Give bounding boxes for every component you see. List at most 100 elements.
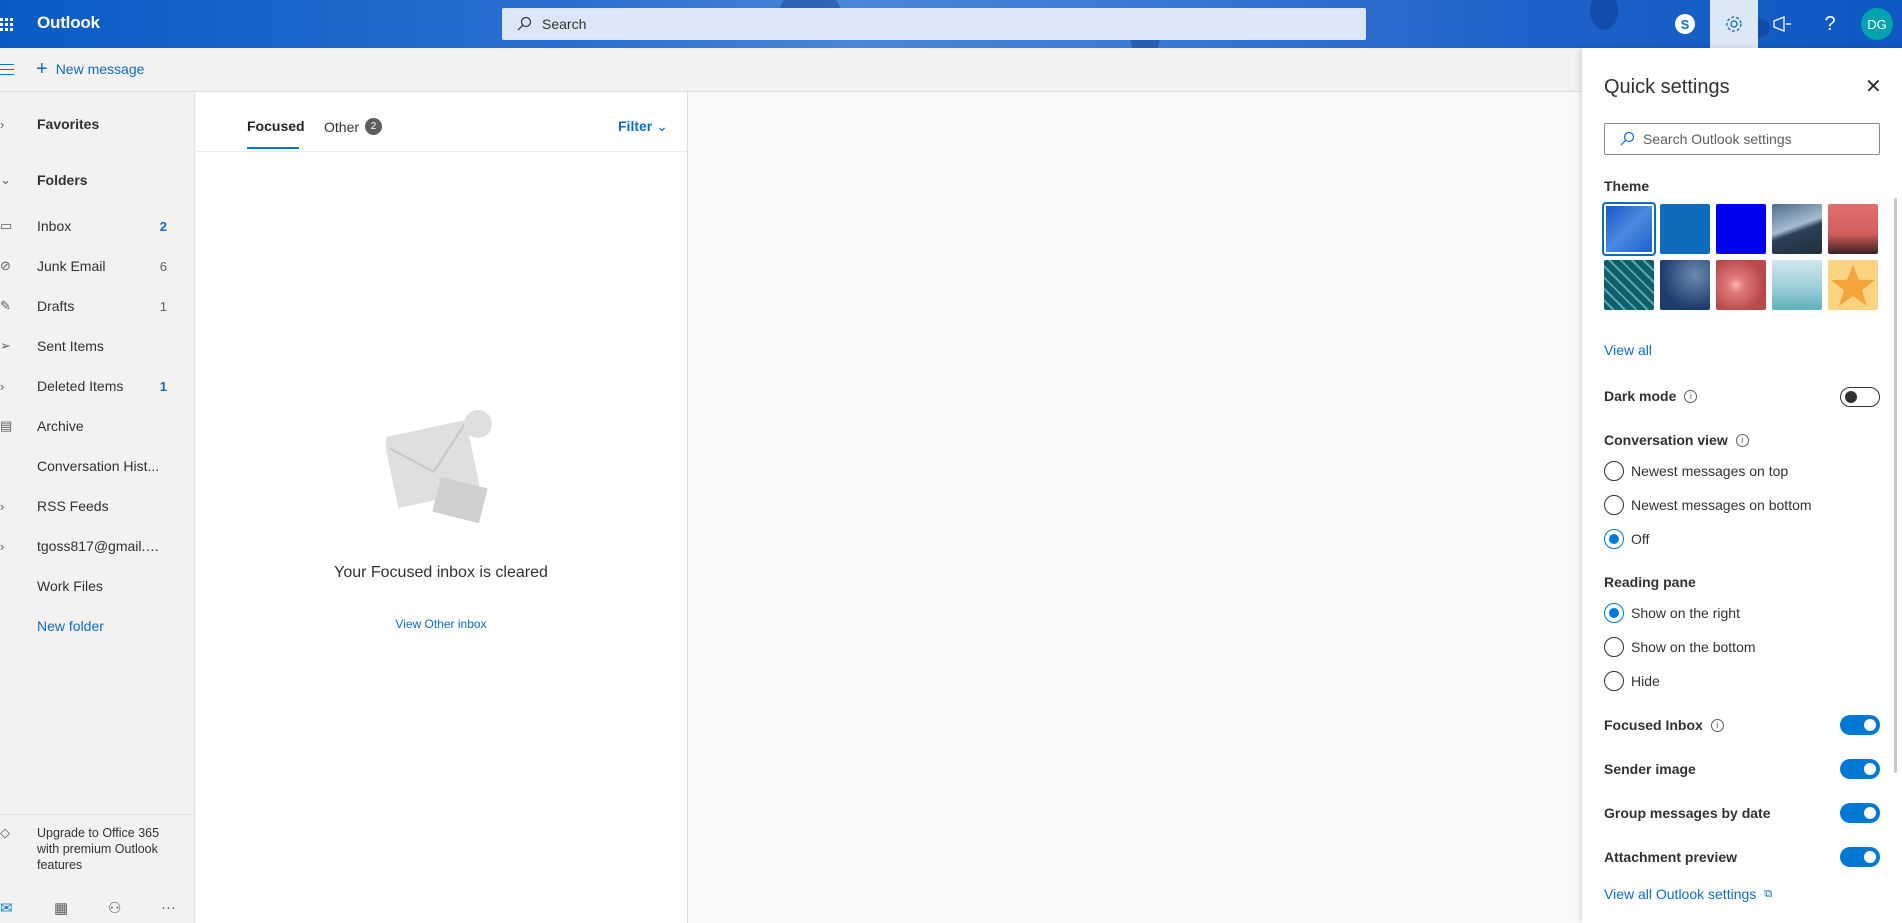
radio-conversation-off[interactable]: Off: [1604, 529, 1649, 549]
help-button[interactable]: ?: [1806, 0, 1854, 48]
sidebar-item-deleted-items[interactable]: › Deleted Items 1: [0, 366, 195, 406]
sidebar-item-work-files[interactable]: Work Files: [0, 566, 195, 606]
chevron-down-icon: ⌄: [0, 172, 11, 187]
calendar-icon[interactable]: ▦: [54, 899, 68, 917]
view-all-settings-link[interactable]: View all Outlook settings ⧉: [1604, 886, 1772, 902]
new-folder-label: New folder: [37, 618, 104, 634]
upgrade-banner[interactable]: ◇ Upgrade to Office 365 with premium Out…: [0, 814, 195, 876]
sidebar-item-junk-email[interactable]: ⊘ Junk Email 6: [0, 246, 195, 286]
empty-inbox-illustration: [386, 410, 492, 524]
sidebar-item-rss-feeds[interactable]: › RSS Feeds: [0, 486, 195, 526]
app-launcher-icon[interactable]: [0, 12, 14, 36]
theme-swatch-circuit[interactable]: [1604, 260, 1654, 310]
radio-label: Show on the bottom: [1631, 639, 1756, 655]
account-button[interactable]: DG: [1853, 0, 1901, 48]
view-all-settings-label: View all Outlook settings: [1604, 886, 1757, 902]
theme-swatch-lights[interactable]: [1716, 260, 1766, 310]
theme-swatch-palms[interactable]: [1828, 204, 1878, 254]
folder-label: Conversation Hist...: [37, 458, 160, 474]
chevron-down-icon: ⌄: [656, 118, 668, 134]
unread-count: 2: [159, 218, 167, 234]
radio-hide[interactable]: Hide: [1604, 671, 1660, 691]
mail-icon[interactable]: ✉: [0, 899, 13, 917]
theme-swatch-starfish[interactable]: [1828, 260, 1878, 310]
info-icon[interactable]: i: [1684, 389, 1698, 403]
plus-icon: +: [36, 58, 48, 80]
upgrade-text: Upgrade to Office 365 with premium Outlo…: [37, 826, 160, 872]
app-name[interactable]: Outlook: [37, 13, 100, 33]
search-icon: [517, 16, 532, 31]
settings-scrollbar[interactable]: [1894, 188, 1898, 778]
radio-newest-on-bottom[interactable]: Newest messages on bottom: [1604, 495, 1812, 515]
sender-image-toggle[interactable]: [1840, 759, 1880, 779]
folder-label: Drafts: [37, 298, 75, 314]
attachment-preview-toggle[interactable]: [1840, 847, 1880, 867]
folder-label: Inbox: [37, 218, 72, 234]
settings-search-input[interactable]: Search Outlook settings: [1604, 123, 1880, 155]
radio-newest-on-top[interactable]: Newest messages on top: [1604, 461, 1788, 481]
theme-swatch-stamp[interactable]: [1660, 260, 1710, 310]
divider: [196, 151, 687, 152]
sidebar-item-gmail-account[interactable]: › tgoss817@gmail.c...: [0, 526, 195, 566]
theme-swatch-blue-waves[interactable]: [1602, 202, 1656, 256]
dark-mode-toggle[interactable]: [1840, 387, 1880, 407]
view-other-inbox-link[interactable]: View Other inbox: [326, 617, 556, 631]
sidebar-item-archive[interactable]: ▤ Archive: [0, 406, 195, 446]
view-all-themes-link[interactable]: View all: [1604, 342, 1652, 358]
module-switcher: ✉ ▦ ⚇ ···: [0, 893, 195, 923]
attachment-preview-row: Attachment preview: [1604, 849, 1737, 865]
theme-swatch-mountains[interactable]: [1772, 204, 1822, 254]
tab-focused[interactable]: Focused: [247, 118, 305, 134]
hamburger-menu-icon[interactable]: [0, 64, 14, 79]
focused-inbox-row: Focused Inbox i: [1604, 717, 1724, 733]
info-icon[interactable]: i: [1710, 718, 1724, 732]
favorites-label: Favorites: [37, 116, 100, 132]
unread-count: 1: [159, 378, 167, 394]
filter-button[interactable]: Filter ⌄: [618, 118, 668, 135]
avatar: DG: [1861, 8, 1893, 40]
settings-button[interactable]: [1710, 0, 1758, 48]
quick-settings-panel: Quick settings ✕ Search Outlook settings…: [1582, 48, 1902, 923]
chevron-right-icon: ›: [0, 116, 5, 132]
new-message-label: New message: [55, 61, 145, 77]
star-icon: [1831, 265, 1875, 306]
sidebar-item-sent-items[interactable]: ➢ Sent Items: [0, 326, 195, 366]
tab-other-label: Other: [324, 118, 360, 135]
settings-search-placeholder: Search Outlook settings: [1643, 131, 1792, 147]
info-icon[interactable]: i: [1735, 433, 1749, 447]
favorites-section[interactable]: › Favorites: [0, 104, 195, 144]
close-icon[interactable]: ✕: [1865, 74, 1882, 99]
whats-new-button[interactable]: [1758, 0, 1806, 48]
group-by-date-row: Group messages by date: [1604, 805, 1771, 821]
sidebar-item-inbox[interactable]: ▭ Inbox 2: [0, 206, 195, 246]
new-message-button[interactable]: + New message: [36, 58, 145, 80]
search-icon: [1620, 131, 1635, 146]
search-placeholder: Search: [542, 16, 587, 32]
diamond-icon: ◇: [0, 825, 10, 840]
command-bar: [0, 48, 1582, 92]
focused-inbox-toggle[interactable]: [1840, 715, 1880, 735]
theme-swatch-bright-blue[interactable]: [1716, 204, 1766, 254]
folder-label: Junk Email: [37, 258, 106, 274]
search-input[interactable]: Search: [502, 8, 1366, 40]
filter-label: Filter: [618, 118, 653, 134]
more-icon[interactable]: ···: [161, 899, 176, 916]
theme-swatch-blue[interactable]: [1660, 204, 1710, 254]
tab-other[interactable]: Other 2: [324, 118, 383, 135]
pencil-icon: ✎: [0, 298, 11, 313]
skype-button[interactable]: S: [1661, 0, 1709, 48]
radio-show-on-right[interactable]: Show on the right: [1604, 603, 1740, 623]
radio-label: Hide: [1631, 673, 1660, 689]
group-by-date-label: Group messages by date: [1604, 805, 1771, 821]
theme-swatch-beach[interactable]: [1772, 260, 1822, 310]
archive-icon: ▤: [0, 418, 13, 433]
people-icon[interactable]: ⚇: [108, 899, 121, 917]
sidebar-item-drafts[interactable]: ✎ Drafts 1: [0, 286, 195, 326]
group-by-date-toggle[interactable]: [1840, 803, 1880, 823]
sidebar-item-conversation-history[interactable]: Conversation Hist...: [0, 446, 195, 486]
dark-mode-row: Dark mode i: [1604, 388, 1698, 404]
other-count-badge: 2: [365, 118, 383, 135]
radio-show-on-bottom[interactable]: Show on the bottom: [1604, 637, 1756, 657]
new-folder-link[interactable]: New folder: [0, 606, 195, 646]
folders-section[interactable]: ⌄ Folders: [0, 160, 195, 200]
